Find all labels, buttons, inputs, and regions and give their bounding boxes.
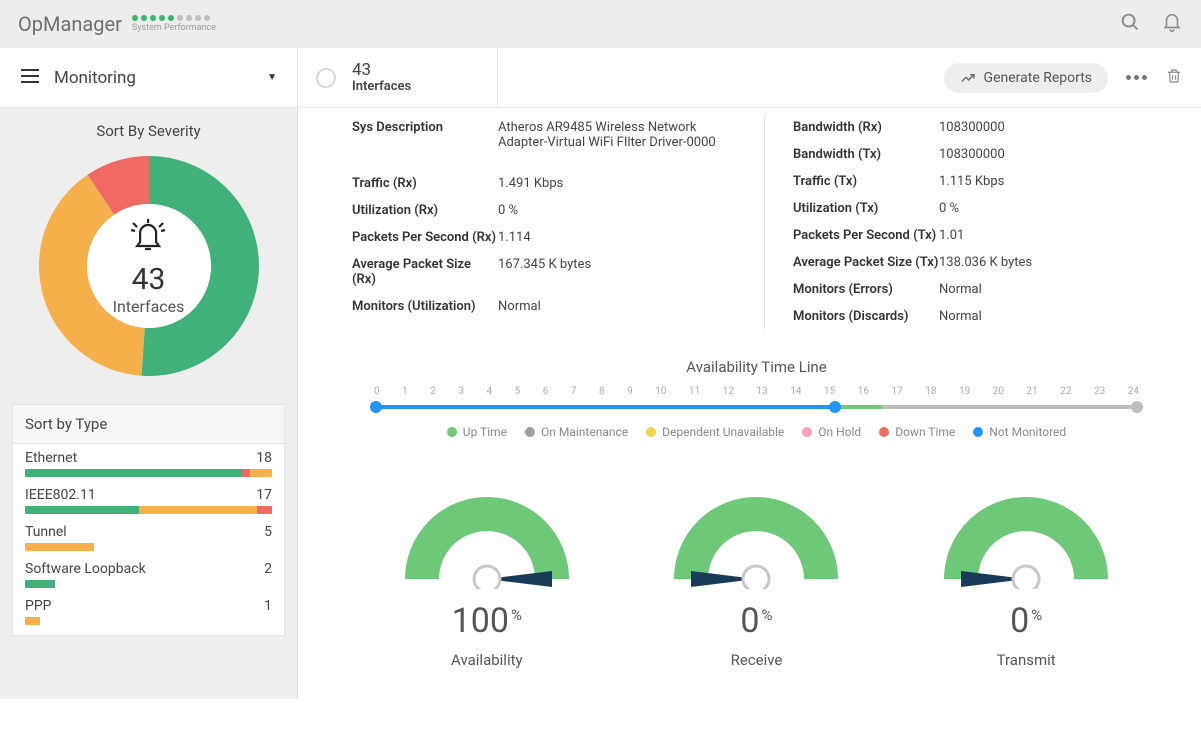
main-panel: Sys DescriptionAtheros AR9485 Wireless N… (298, 108, 1201, 699)
legend-dep: Dependent Unavailable (662, 425, 784, 439)
severity-count: 43 (113, 262, 185, 297)
severity-label: Interfaces (113, 297, 185, 316)
detail-value: Atheros AR9485 Wireless Network Adapter-… (498, 120, 720, 150)
perf-label: System Performance (132, 23, 216, 33)
gauge-label: Availability (402, 651, 572, 669)
detail-key: Utilization (Rx) (352, 203, 498, 218)
type-count: 17 (256, 487, 272, 503)
detail-key: Traffic (Tx) (793, 174, 939, 189)
gauge-availability: 100% Availability (402, 479, 572, 669)
system-performance: System Performance (132, 15, 216, 33)
detail-value: 108300000 (939, 120, 1161, 135)
type-row-ieee80211[interactable]: IEEE802.11 17 (13, 481, 284, 518)
detail-key: Average Packet Size (Tx) (793, 255, 939, 270)
detail-value: Normal (498, 299, 720, 314)
more-menu-button[interactable] (1126, 75, 1147, 80)
alarm-bell-icon (123, 216, 173, 252)
detail-value: Normal (939, 282, 1161, 297)
detail-value: Normal (939, 309, 1161, 324)
gauge-transmit: 0% Transmit (941, 479, 1111, 669)
generate-reports-label: Generate Reports (984, 70, 1092, 86)
timeline-legend: Up Time On Maintenance Dependent Unavail… (352, 425, 1161, 439)
type-name: PPP (25, 598, 52, 614)
status-count: 43 (352, 61, 411, 80)
detail-value: 1.114 (498, 230, 720, 245)
header-row: Monitoring ▼ 43 Interfaces Generate Repo… (0, 48, 1201, 108)
nav-monitoring-dropdown[interactable]: Monitoring ▼ (0, 48, 298, 107)
type-name: Ethernet (25, 450, 77, 466)
generate-reports-button[interactable]: Generate Reports (944, 63, 1108, 93)
gauges-row: 100% Availability 0% Receive (352, 479, 1161, 669)
gauge-label: Transmit (941, 651, 1111, 669)
legend-hold: On Hold (818, 425, 861, 439)
status-circle-icon (316, 68, 336, 88)
nav-label: Monitoring (54, 68, 267, 88)
availability-title: Availability Time Line (352, 358, 1161, 376)
type-row-ppp[interactable]: PPP 1 (13, 592, 284, 635)
chart-icon (960, 70, 976, 86)
status-label: Interfaces (352, 79, 411, 94)
gauge-value: 0 (1010, 601, 1029, 641)
detail-key: Bandwidth (Tx) (793, 147, 939, 162)
gauge-label: Receive (671, 651, 841, 669)
trash-icon[interactable] (1165, 66, 1183, 90)
detail-value: 108300000 (939, 147, 1161, 162)
detail-key: Sys Description (352, 120, 498, 150)
detail-value: 1.491 Kbps (498, 176, 720, 191)
search-icon[interactable] (1119, 11, 1141, 37)
availability-timeline[interactable]: 0123456789101112131415161718192021222324 (374, 386, 1139, 409)
type-row-loopback[interactable]: Software Loopback 2 (13, 555, 284, 592)
detail-key: Bandwidth (Rx) (793, 120, 939, 135)
legend-notmon: Not Monitored (989, 425, 1066, 439)
type-name: Software Loopback (25, 561, 146, 577)
interface-status: 43 Interfaces (298, 48, 498, 107)
severity-donut-chart[interactable]: 43 Interfaces (31, 148, 267, 384)
sidebar: Sort By Severity (0, 108, 298, 699)
brand-logo: OpManager (18, 12, 122, 36)
type-row-ethernet[interactable]: Ethernet 18 (13, 444, 284, 481)
detail-key: Monitors (Discards) (793, 309, 939, 324)
gauge-unit: % (511, 606, 522, 624)
type-row-tunnel[interactable]: Tunnel 5 (13, 518, 284, 555)
detail-value: 167.345 K bytes (498, 257, 720, 287)
gauge-value: 100 (452, 601, 509, 641)
sort-by-type-title: Sort by Type (13, 405, 284, 444)
type-name: Tunnel (25, 524, 67, 540)
detail-key: Average Packet Size (Rx) (352, 257, 498, 287)
bell-icon[interactable] (1161, 11, 1183, 37)
detail-key: Traffic (Rx) (352, 176, 498, 191)
legend-uptime: Up Time (463, 425, 507, 439)
severity-title: Sort By Severity (12, 122, 285, 140)
detail-key: Monitors (Utilization) (352, 299, 498, 314)
gauge-value: 0 (740, 601, 759, 641)
gauge-receive: 0% Receive (671, 479, 841, 669)
detail-value: 1.01 (939, 228, 1161, 243)
detail-value: 0 % (498, 203, 720, 218)
type-count: 5 (264, 524, 272, 540)
hamburger-icon (20, 68, 40, 88)
gauge-unit: % (1031, 606, 1042, 624)
type-count: 18 (256, 450, 272, 466)
detail-value: 1.115 Kbps (939, 174, 1161, 189)
detail-value: 0 % (939, 201, 1161, 216)
sort-by-type-panel: Sort by Type Ethernet 18 IEEE802.11 17 Tun… (12, 404, 285, 636)
caret-down-icon: ▼ (267, 72, 277, 83)
topbar: OpManager System Performance (0, 0, 1201, 48)
type-count: 2 (264, 561, 272, 577)
detail-key: Packets Per Second (Tx) (793, 228, 939, 243)
detail-key: Packets Per Second (Rx) (352, 230, 498, 245)
legend-down: Down Time (895, 425, 955, 439)
gauge-unit: % (762, 606, 773, 624)
type-count: 1 (264, 598, 272, 614)
detail-key: Utilization (Tx) (793, 201, 939, 216)
type-name: IEEE802.11 (25, 487, 96, 503)
detail-value: 138.036 K bytes (939, 255, 1161, 270)
detail-key: Monitors (Errors) (793, 282, 939, 297)
interface-details: Sys DescriptionAtheros AR9485 Wireless N… (352, 114, 1161, 330)
legend-maint: On Maintenance (541, 425, 628, 439)
